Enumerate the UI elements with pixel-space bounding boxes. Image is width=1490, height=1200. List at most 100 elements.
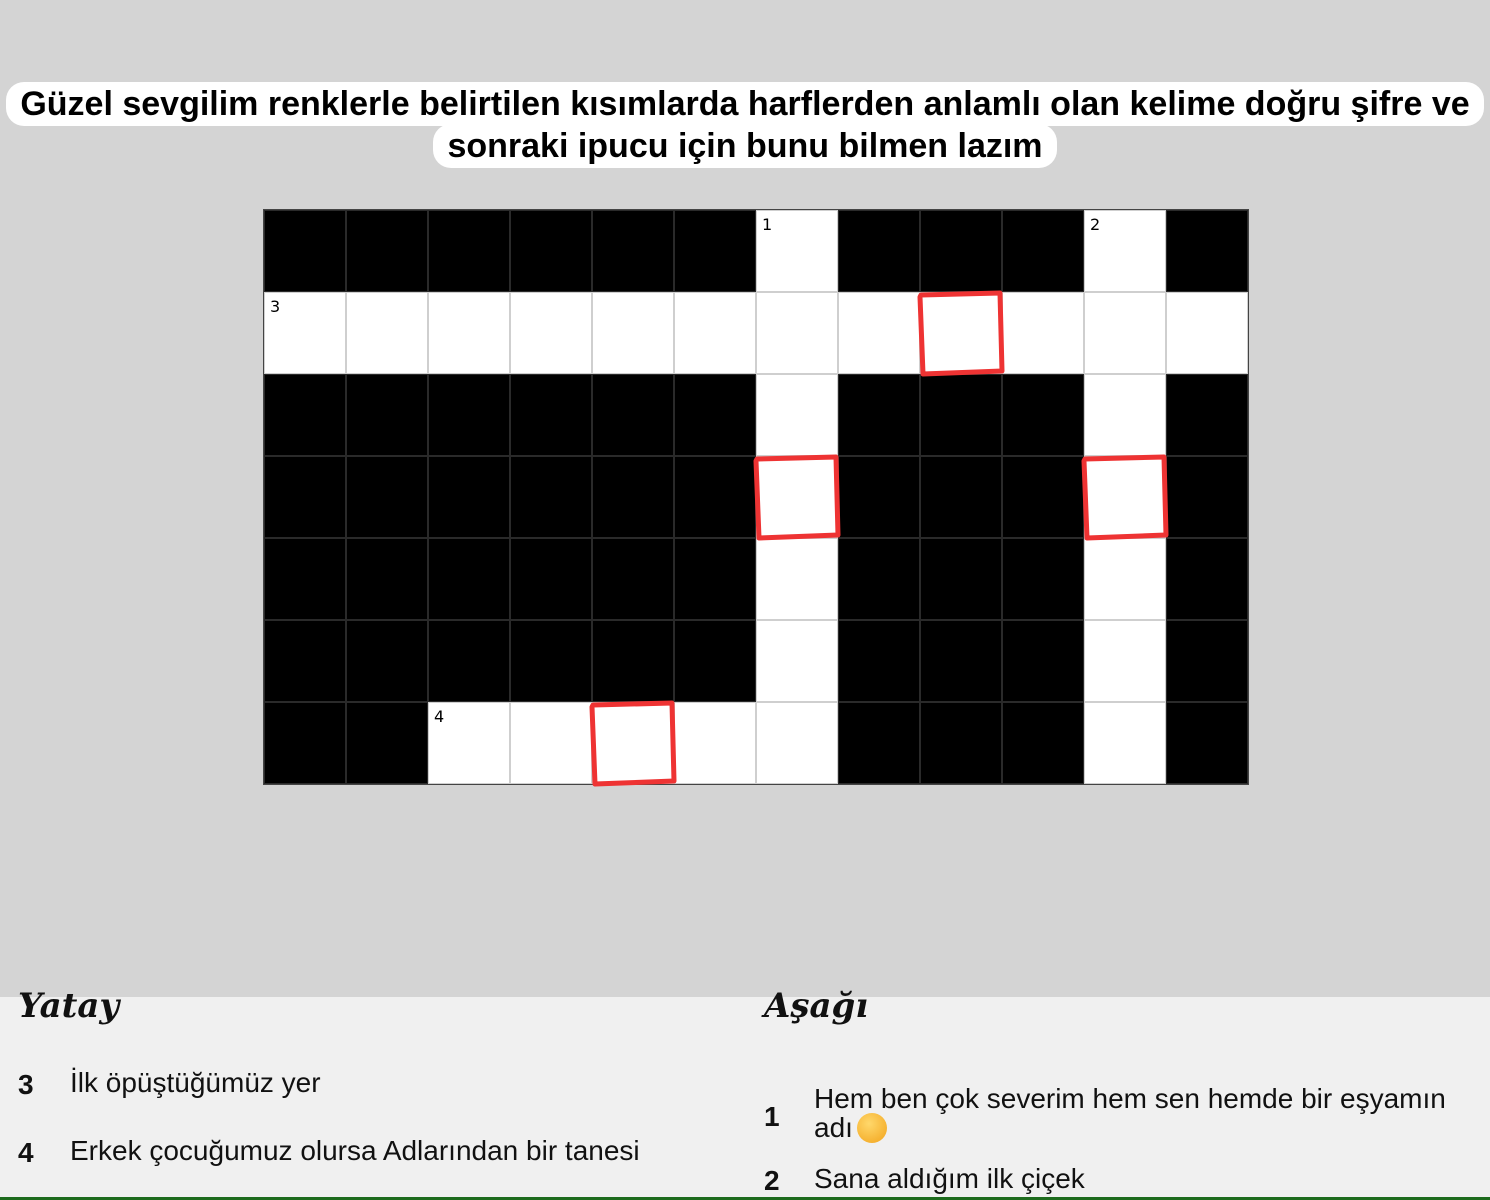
- block-cell: [428, 210, 510, 292]
- block-cell: [346, 374, 428, 456]
- block-cell: [838, 620, 920, 702]
- clue-text: Erkek çocuğumuz olursa Adlarından bir ta…: [70, 1135, 640, 1166]
- answer-cell[interactable]: [510, 292, 592, 374]
- clue-text-line-1: Hem ben çok severim hem sen hemde bir eş…: [814, 1083, 1446, 1114]
- block-cell: [920, 210, 1002, 292]
- block-cell: [592, 456, 674, 538]
- answer-cell[interactable]: [756, 620, 838, 702]
- block-cell: [1002, 620, 1084, 702]
- answer-cell[interactable]: [756, 702, 838, 784]
- answer-cell[interactable]: [756, 374, 838, 456]
- crossword-grid: 1 2 3 4: [263, 209, 1249, 785]
- clue-number-label: 3: [270, 297, 281, 316]
- block-cell: [838, 374, 920, 456]
- clue-number-label: 1: [762, 215, 773, 234]
- answer-cell[interactable]: [838, 292, 920, 374]
- clue-number-label: 2: [1090, 215, 1101, 234]
- clue-number: 3: [18, 1069, 34, 1100]
- title-line-1: Güzel sevgilim renklerle belirtilen kısı…: [6, 82, 1484, 126]
- down-heading: Aşağı: [764, 986, 869, 1026]
- clue-number: 1: [764, 1101, 780, 1132]
- block-cell: [920, 456, 1002, 538]
- block-cell: [592, 620, 674, 702]
- clue-number-label: 4: [434, 707, 445, 726]
- block-cell: [1002, 456, 1084, 538]
- block-cell: [346, 456, 428, 538]
- across-heading: Yatay: [18, 986, 120, 1026]
- block-cell: [838, 702, 920, 784]
- answer-cell[interactable]: [1084, 292, 1166, 374]
- block-cell: [264, 620, 346, 702]
- block-cell: [674, 210, 756, 292]
- block-cell: [838, 456, 920, 538]
- block-cell: [1166, 620, 1248, 702]
- block-cell: [592, 374, 674, 456]
- answer-cell[interactable]: [1084, 702, 1166, 784]
- clue-text-block: Hem ben çok severim hem sen hemde bir eş…: [814, 1085, 1490, 1143]
- block-cell: [428, 620, 510, 702]
- block-cell: [428, 374, 510, 456]
- shushing-face-emoji-icon: [856, 1113, 887, 1143]
- block-cell: [674, 374, 756, 456]
- block-cell: [838, 538, 920, 620]
- answer-cell[interactable]: [756, 292, 838, 374]
- block-cell: [510, 620, 592, 702]
- answer-cell[interactable]: [1084, 374, 1166, 456]
- block-cell: [1002, 210, 1084, 292]
- block-cell: [674, 456, 756, 538]
- block-cell: [510, 456, 592, 538]
- answer-cell[interactable]: [920, 292, 1002, 374]
- block-cell: [920, 702, 1002, 784]
- clue-number: 4: [18, 1137, 34, 1168]
- block-cell: [510, 210, 592, 292]
- block-cell: [346, 620, 428, 702]
- answer-cell[interactable]: [674, 292, 756, 374]
- block-cell: [264, 538, 346, 620]
- block-cell: [428, 538, 510, 620]
- title-line-2: sonraki ipucu için bunu bilmen lazım: [433, 124, 1057, 168]
- block-cell: [592, 538, 674, 620]
- block-cell: [920, 538, 1002, 620]
- answer-cell[interactable]: 3: [264, 292, 346, 374]
- block-cell: [920, 620, 1002, 702]
- clue-text: İlk öpüştüğümüz yer: [70, 1067, 321, 1098]
- block-cell: [592, 210, 674, 292]
- clue-text: Sana aldığım ilk çiçek: [814, 1163, 1085, 1194]
- answer-cell[interactable]: 2: [1084, 210, 1166, 292]
- block-cell: [428, 456, 510, 538]
- block-cell: [920, 374, 1002, 456]
- answer-cell[interactable]: [592, 292, 674, 374]
- clue-text-line-2: adı: [814, 1112, 853, 1143]
- block-cell: [1002, 538, 1084, 620]
- block-cell: [1166, 210, 1248, 292]
- block-cell: [838, 210, 920, 292]
- block-cell: [264, 702, 346, 784]
- answer-cell[interactable]: [592, 702, 674, 784]
- block-cell: [346, 210, 428, 292]
- answer-cell[interactable]: [346, 292, 428, 374]
- answer-cell[interactable]: [1166, 292, 1248, 374]
- answer-cell[interactable]: [1002, 292, 1084, 374]
- block-cell: [1166, 374, 1248, 456]
- answer-cell[interactable]: [1084, 620, 1166, 702]
- answer-cell[interactable]: [428, 292, 510, 374]
- clues-panel: Yatay 3 İlk öpüştüğümüz yer 4 Erkek çocu…: [0, 989, 1490, 1200]
- block-cell: [674, 620, 756, 702]
- block-cell: [1166, 538, 1248, 620]
- answer-cell[interactable]: [756, 456, 838, 538]
- block-cell: [264, 456, 346, 538]
- block-cell: [1002, 702, 1084, 784]
- block-cell: [264, 210, 346, 292]
- answer-cell[interactable]: [674, 702, 756, 784]
- down-clues: Aşağı 1 Hem ben çok severim hem sen hemd…: [764, 989, 1476, 1196]
- block-cell: [510, 374, 592, 456]
- answer-cell[interactable]: [756, 538, 838, 620]
- answer-cell[interactable]: 4: [428, 702, 510, 784]
- answer-cell[interactable]: [1084, 538, 1166, 620]
- answer-cell[interactable]: [510, 702, 592, 784]
- title: Güzel sevgilim renklerle belirtilen kısı…: [0, 82, 1490, 168]
- answer-cell[interactable]: 1: [756, 210, 838, 292]
- answer-cell[interactable]: [1084, 456, 1166, 538]
- block-cell: [510, 538, 592, 620]
- clue-number: 2: [764, 1165, 780, 1196]
